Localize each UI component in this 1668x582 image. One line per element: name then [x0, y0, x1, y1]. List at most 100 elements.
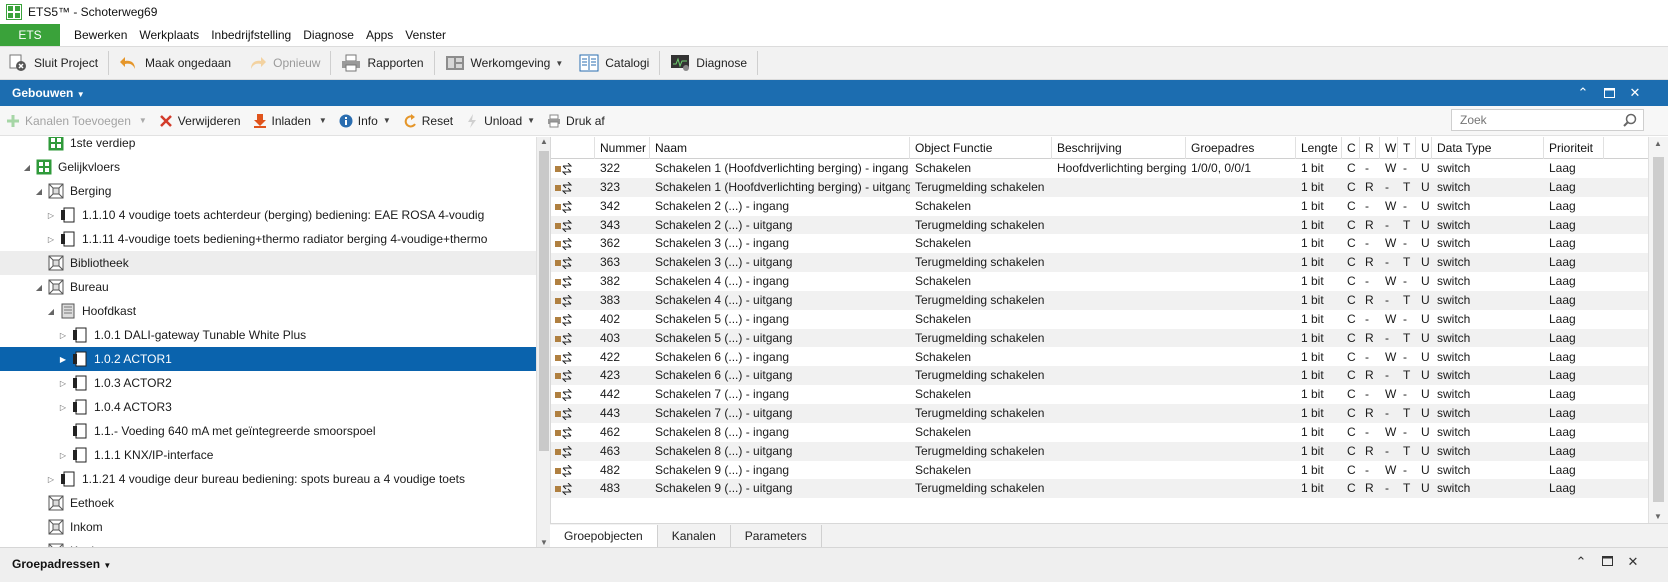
table-row[interactable]: 483 Schakelen 9 (...) - uitgang Terugmeldi… [551, 479, 1648, 499]
expand-arrow-icon[interactable]: ▶ [58, 355, 68, 364]
tree-scrollbar[interactable]: ▲ ▼ [536, 137, 550, 547]
expand-arrow-icon[interactable]: ▷ [46, 211, 56, 220]
tree-node[interactable]: Eethoek [0, 491, 536, 515]
table-row[interactable]: 363 Schakelen 3 (...) - uitgang Terugmeldi… [551, 253, 1648, 273]
column-header[interactable]: Prioriteit [1544, 137, 1604, 159]
table-row[interactable]: 463 Schakelen 8 (...) - uitgang Terugmeldi… [551, 441, 1648, 461]
collapse-arrow-icon[interactable]: ◢ [34, 187, 44, 196]
table-row[interactable]: 443 Schakelen 7 (...) - uitgang Terugmeldi… [551, 404, 1648, 423]
column-header[interactable]: W [1380, 137, 1398, 159]
tree-node[interactable]: ◢ Gelijkvloers [0, 155, 536, 179]
table-row[interactable]: 362 Schakelen 3 (...) - ingang Schakelen 1 … [551, 234, 1648, 253]
table-row[interactable]: 402 Schakelen 5 (...) - ingang Schakelen 1 … [551, 310, 1648, 329]
column-header[interactable]: Groepadres [1186, 137, 1296, 159]
werkomgeving-dropdown[interactable]: Werkomgeving ▼ [437, 48, 572, 78]
kanalen-toevoegen-button[interactable]: Kanalen Toevoegen ▼ [0, 108, 153, 134]
tree-node[interactable]: ▷ 1.1.11 4-voudige toets bediening+thermo… [0, 227, 536, 251]
column-header[interactable]: C [1342, 137, 1360, 159]
tree-node[interactable]: ▷ 1.1.10 4 voudige toets achterdeur (berg… [0, 203, 536, 227]
tree-node[interactable]: ▶ 1.0.2 ACTOR1 [0, 347, 536, 371]
maak-ongedaan-button[interactable]: Maak ongedaan [111, 48, 239, 78]
close-icon[interactable]: ✕ [1622, 554, 1644, 574]
maximize-icon[interactable] [1596, 80, 1622, 106]
tree-node[interactable]: ▷Keuken [0, 539, 536, 547]
menu-inbedrijfstelling[interactable]: Inbedrijfstelling [205, 28, 297, 42]
table-row[interactable]: 323 Schakelen 1 (Hoofdverlichting berging… [551, 177, 1648, 197]
expand-arrow-icon[interactable]: ▷ [58, 403, 68, 412]
tree-node[interactable]: 1.1.- Voeding 640 mA met geïntegreerde s… [0, 419, 536, 443]
inladen-button[interactable]: Inladen ▼ [247, 108, 333, 134]
table-row[interactable]: 343 Schakelen 2 (...) - uitgang Terugmeldi… [551, 215, 1648, 235]
sluit-project-button[interactable]: Sluit Project [0, 48, 106, 78]
maximize-icon[interactable] [1596, 554, 1618, 574]
expand-arrow-icon[interactable]: ▷ [46, 235, 56, 244]
tree-node[interactable]: ◢ Bureau [0, 275, 536, 299]
opnieuw-button[interactable]: Opnieuw [239, 48, 328, 78]
column-header[interactable]: R [1360, 137, 1380, 159]
table-row[interactable]: 382 Schakelen 4 (...) - ingang Schakelen 1 … [551, 272, 1648, 291]
chevron-up-icon[interactable]: ⌃ [1570, 554, 1592, 574]
groepadressen-dropdown[interactable]: Groepadressen ▼ [12, 557, 111, 571]
column-header[interactable]: Lengte [1296, 137, 1342, 159]
column-header[interactable]: Data Type [1432, 137, 1544, 159]
tree-node[interactable]: ▷ 1.0.3 ACTOR2 [0, 371, 536, 395]
tree-node[interactable]: ▷ 1.1.1 KNX/IP-interface [0, 443, 536, 467]
grid-header-icon-column[interactable] [551, 137, 595, 159]
table-row[interactable]: 482 Schakelen 9 (...) - ingang Schakelen 1 … [551, 461, 1648, 480]
rapporten-button[interactable]: Rapporten [333, 48, 431, 78]
table-row[interactable]: 423 Schakelen 6 (...) - uitgang Terugmeldi… [551, 366, 1648, 386]
scroll-up-icon[interactable]: ▲ [540, 137, 548, 146]
panel-title-dropdown[interactable]: Gebouwen ▼ [12, 86, 85, 100]
menu-bewerken[interactable]: Bewerken [68, 28, 133, 42]
expand-arrow-icon[interactable]: ▷ [58, 379, 68, 388]
collapse-arrow-icon[interactable]: ◢ [22, 163, 32, 172]
expand-arrow-icon[interactable]: ▷ [46, 475, 56, 484]
verwijderen-button[interactable]: Verwijderen [153, 108, 247, 134]
catalogi-button[interactable]: Catalogi [571, 48, 657, 78]
table-row[interactable]: 322 Schakelen 1 (Hoofdverlichting berging… [551, 159, 1648, 178]
tree-node[interactable]: 1ste verdiep [0, 137, 536, 155]
menu-diagnose[interactable]: Diagnose [297, 28, 360, 42]
chevron-down-icon[interactable]: ▼ [319, 116, 327, 125]
column-header[interactable]: Nummer [595, 137, 650, 159]
collapse-arrow-icon[interactable]: ◢ [46, 307, 56, 316]
diagnose-button[interactable]: Diagnose [662, 48, 755, 78]
tree-node[interactable]: ▷ 1.1.21 4 voudige deur bureau bediening:… [0, 467, 536, 491]
menu-apps[interactable]: Apps [360, 28, 399, 42]
grid-scrollbar-thumb[interactable] [1653, 157, 1664, 502]
tab-kanalen[interactable]: Kanalen [658, 525, 731, 547]
table-row[interactable]: 342 Schakelen 2 (...) - ingang Schakelen 1 … [551, 197, 1648, 216]
tree-node[interactable]: Bibliotheek [0, 251, 536, 275]
tree-node[interactable]: ▷ 1.0.4 ACTOR3 [0, 395, 536, 419]
unload-button[interactable]: Unload ▼ [459, 108, 541, 134]
druk-af-button[interactable]: Druk af [541, 108, 611, 134]
tree-node[interactable]: ◢ Berging [0, 179, 536, 203]
chevron-up-icon[interactable]: ⌃ [1570, 80, 1596, 106]
tree-node[interactable]: ▷ 1.0.1 DALI-gateway Tunable White Plus [0, 323, 536, 347]
column-header[interactable]: Object Functie [910, 137, 1052, 159]
reset-button[interactable]: Reset [397, 108, 459, 134]
scroll-up-icon[interactable]: ▲ [1654, 139, 1662, 148]
menu-werkplaats[interactable]: Werkplaats [133, 28, 205, 42]
info-button[interactable]: Info ▼ [333, 108, 397, 134]
tab-parameters[interactable]: Parameters [731, 525, 822, 547]
column-header[interactable]: Beschrijving [1052, 137, 1186, 159]
column-header[interactable]: Naam [650, 137, 910, 159]
search-input[interactable] [1458, 112, 1618, 128]
column-header[interactable]: T [1398, 137, 1416, 159]
tab-groepobjecten[interactable]: Groepobjecten [550, 525, 658, 547]
ets-menu-tab[interactable]: ETS [0, 24, 60, 46]
table-row[interactable]: 403 Schakelen 5 (...) - uitgang Terugmeldi… [551, 328, 1648, 348]
menu-venster[interactable]: Venster [399, 28, 452, 42]
scroll-down-icon[interactable]: ▼ [540, 538, 548, 547]
grid-scrollbar[interactable]: ▲ ▼ [1648, 137, 1668, 523]
tree-scrollbar-thumb[interactable] [539, 151, 549, 451]
collapse-arrow-icon[interactable]: ◢ [34, 283, 44, 292]
tree-node[interactable]: ◢ Hoofdkast [0, 299, 536, 323]
expand-arrow-icon[interactable]: ▷ [58, 331, 68, 340]
tree-node[interactable]: Inkom [0, 515, 536, 539]
table-row[interactable]: 442 Schakelen 7 (...) - ingang Schakelen 1 … [551, 385, 1648, 404]
table-row[interactable]: 422 Schakelen 6 (...) - ingang Schakelen 1 … [551, 348, 1648, 367]
table-row[interactable]: 462 Schakelen 8 (...) - ingang Schakelen 1 … [551, 423, 1648, 442]
column-header[interactable]: U [1416, 137, 1432, 159]
